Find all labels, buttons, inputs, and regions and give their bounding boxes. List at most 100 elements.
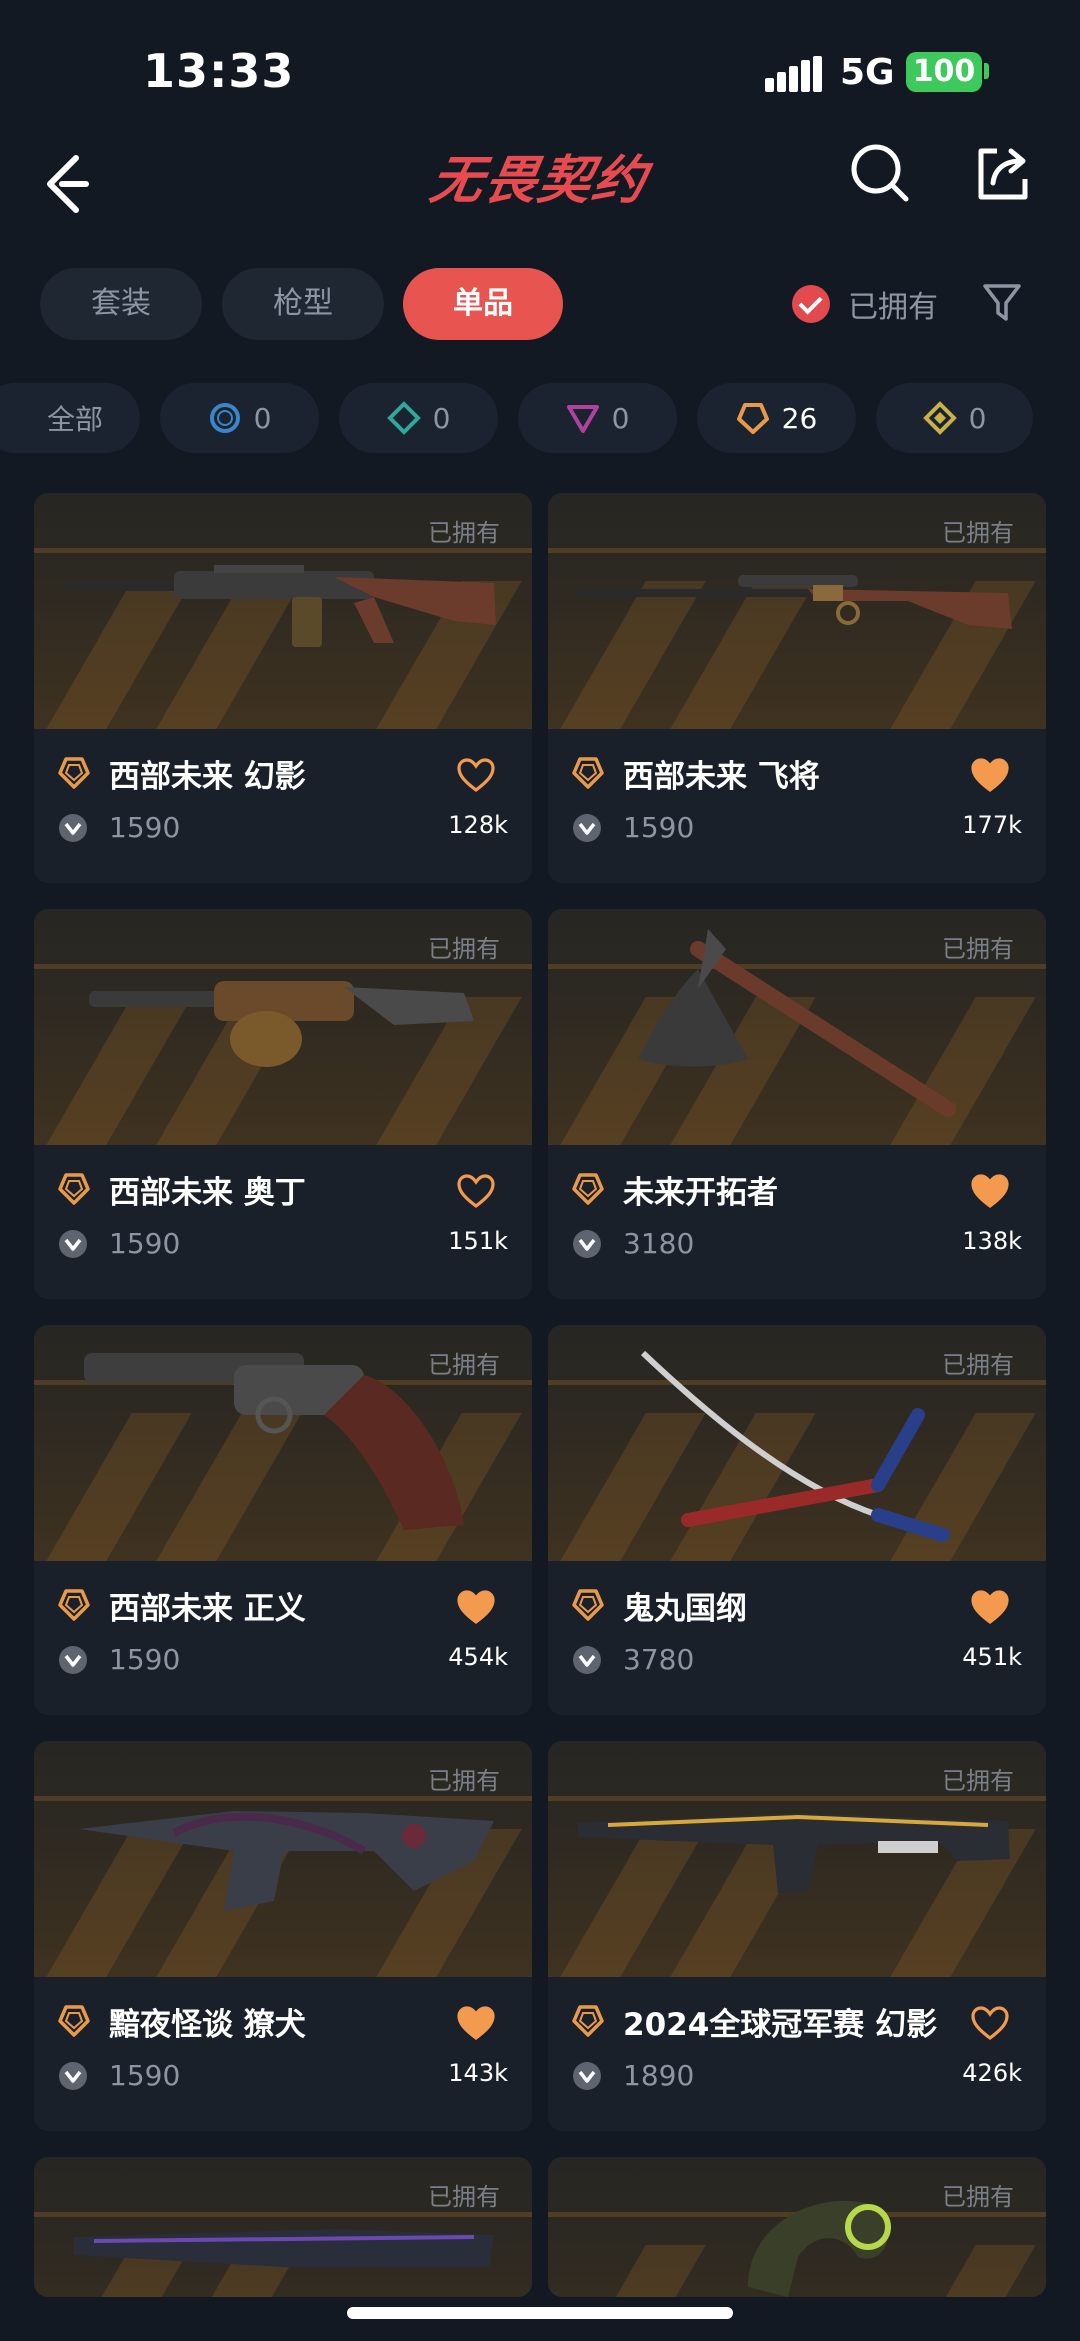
like-count: 128k <box>448 811 508 839</box>
deluxe-tier-icon <box>386 401 421 435</box>
nav-bar: 无畏契约 <box>0 130 1080 250</box>
tab-bundles[interactable]: 套装 <box>40 268 202 340</box>
card-info: 未来开拓者 3180 138k <box>548 1145 1046 1299</box>
tier-count: 0 <box>968 401 987 435</box>
card-info: 西部未来 幻影 1590 128k <box>34 729 532 883</box>
like-count: 454k <box>448 1643 508 1671</box>
card-price: 1590 <box>109 811 181 844</box>
premium-tier-icon <box>566 405 599 433</box>
card-image: 已拥有 <box>34 2157 532 2297</box>
vp-currency-icon <box>573 2062 601 2090</box>
vp-currency-icon <box>59 2062 87 2090</box>
vp-currency-icon <box>59 1230 87 1258</box>
card-image: 已拥有 <box>34 493 532 729</box>
tier-chip-select[interactable]: 0 <box>160 383 319 453</box>
card-image: 已拥有 <box>548 1741 1046 1977</box>
like-count: 143k <box>448 2059 508 2087</box>
card-price: 1590 <box>109 1227 181 1260</box>
vp-currency-icon <box>573 814 601 842</box>
back-icon <box>47 155 89 213</box>
like-count: 138k <box>962 1227 1022 1255</box>
skin-card[interactable]: 已拥有 <box>34 2157 532 2297</box>
card-name: 黯夜怪谈 獠犬 <box>109 2007 306 2043</box>
vp-currency-icon <box>573 1646 601 1674</box>
card-image: 已拥有 <box>34 909 532 1145</box>
favorite-filled-icon[interactable] <box>970 757 1010 793</box>
filter-button[interactable] <box>982 281 1022 325</box>
ultra-tier-icon <box>922 401 957 435</box>
card-info: 西部未来 正义 1590 454k <box>34 1561 532 1715</box>
skin-card[interactable]: 已拥有 未来开拓者 3180 138k <box>548 909 1046 1299</box>
card-name: 西部未来 幻影 <box>109 759 306 795</box>
card-name: 西部未来 奥丁 <box>109 1175 306 1211</box>
like-count: 451k <box>962 1643 1022 1671</box>
card-name: 未来开拓者 <box>623 1175 778 1211</box>
back-button[interactable] <box>40 140 100 220</box>
skin-card[interactable]: 已拥有 西部未来 奥丁 1590 151k <box>34 909 532 1299</box>
favorite-filled-icon[interactable] <box>456 2005 496 2041</box>
skin-card[interactable]: 已拥有 西部未来 幻影 1590 128k <box>34 493 532 883</box>
card-image: 已拥有 <box>548 909 1046 1145</box>
checkmark-icon <box>792 285 830 323</box>
vp-currency-icon <box>59 814 87 842</box>
favorite-filled-icon[interactable] <box>970 1589 1010 1625</box>
exclusive-tier-icon <box>736 403 769 434</box>
tier-chip-premium[interactable]: 0 <box>518 383 677 453</box>
skin-card[interactable]: 已拥有 西部未来 正义 1590 454k <box>34 1325 532 1715</box>
tier-count: 0 <box>432 401 451 435</box>
vp-currency-icon <box>573 1230 601 1258</box>
search-button[interactable] <box>850 143 910 203</box>
card-info: 黯夜怪谈 獠犬 1590 143k <box>34 1977 532 2131</box>
exclusive-tier-icon <box>58 1589 90 1621</box>
favorite-outline-icon[interactable] <box>970 2005 1010 2041</box>
card-info: 2024全球冠军赛 幻影 1890 426k <box>548 1977 1046 2131</box>
skin-card[interactable]: 已拥有 西部未来 飞将 1590 177k <box>548 493 1046 883</box>
exclusive-tier-icon <box>58 1173 90 1205</box>
tab-items[interactable]: 单品 <box>403 268 563 340</box>
like-count: 151k <box>448 1227 508 1255</box>
owned-badge: 已拥有 <box>942 2183 1014 2211</box>
tier-count: 0 <box>611 401 630 435</box>
exclusive-tier-icon <box>572 1589 604 1621</box>
select-tier-icon <box>209 403 240 433</box>
tier-chip-all[interactable]: 全部 <box>0 383 140 453</box>
skin-card[interactable]: 已拥有 2024全球冠军赛 幻影 1890 426k <box>548 1741 1046 2131</box>
skin-card[interactable]: 已拥有 鬼丸国纲 3780 451k <box>548 1325 1046 1715</box>
card-price: 1590 <box>109 1643 181 1676</box>
card-name: 鬼丸国纲 <box>623 1591 747 1627</box>
home-indicator[interactable] <box>347 2307 733 2319</box>
search-icon <box>851 144 909 202</box>
status-time: 13:33 <box>143 44 295 98</box>
card-price: 1590 <box>623 811 695 844</box>
favorite-filled-icon[interactable] <box>970 1173 1010 1209</box>
owned-badge: 已拥有 <box>942 1767 1014 1795</box>
tier-chip-label: 全部 <box>46 403 103 436</box>
favorite-outline-icon[interactable] <box>456 1173 496 1209</box>
category-tabs: 套装 枪型 单品 已拥有 <box>0 268 1080 340</box>
card-price: 1590 <box>109 2059 181 2092</box>
tier-chip-ultra[interactable]: 0 <box>876 383 1033 453</box>
owned-badge: 已拥有 <box>942 1351 1014 1379</box>
skin-card[interactable]: 已拥有 黯夜怪谈 獠犬 1590 143k <box>34 1741 532 2131</box>
card-name: 西部未来 正义 <box>109 1591 306 1627</box>
exclusive-tier-icon <box>58 2005 90 2037</box>
share-icon <box>978 148 1028 200</box>
share-button[interactable] <box>973 143 1033 203</box>
owned-badge: 已拥有 <box>942 935 1014 963</box>
tier-filter-row: 全部 0 0 0 26 0 <box>0 383 1080 453</box>
card-image: 已拥有 <box>548 1325 1046 1561</box>
skin-card[interactable]: 已拥有 <box>548 2157 1046 2297</box>
tab-weapon-types[interactable]: 枪型 <box>222 268 384 340</box>
page-title: 无畏契约 <box>425 151 653 211</box>
owned-badge: 已拥有 <box>428 1767 500 1795</box>
favorite-filled-icon[interactable] <box>456 1589 496 1625</box>
owned-filter-toggle[interactable]: 已拥有 <box>792 282 938 326</box>
favorite-outline-icon[interactable] <box>456 757 496 793</box>
owned-badge: 已拥有 <box>428 1351 500 1379</box>
tier-chip-exclusive[interactable]: 26 <box>697 383 856 453</box>
exclusive-tier-icon <box>572 2005 604 2037</box>
network-type: 5G <box>840 52 895 93</box>
tier-chip-deluxe[interactable]: 0 <box>339 383 498 453</box>
owned-badge: 已拥有 <box>428 935 500 963</box>
filter-icon <box>983 284 1021 321</box>
